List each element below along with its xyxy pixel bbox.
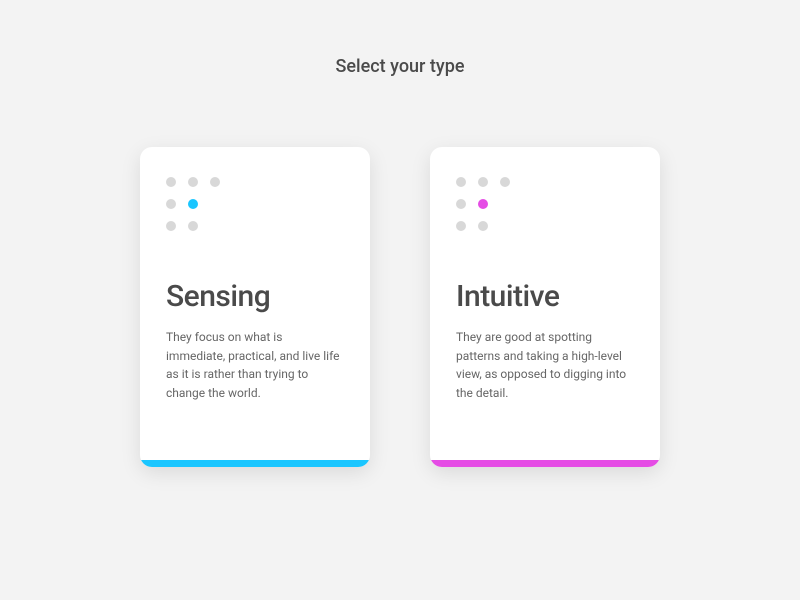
dot-grid-icon — [456, 177, 634, 231]
card-description: They focus on what is immediate, practic… — [166, 328, 344, 402]
card-accent-bar — [430, 460, 660, 467]
dot-icon — [166, 221, 176, 231]
dot-icon — [166, 199, 176, 209]
card-sensing[interactable]: Sensing They focus on what is immediate,… — [140, 147, 370, 467]
dot-icon — [456, 199, 466, 209]
dot-icon — [188, 177, 198, 187]
cards-container: Sensing They focus on what is immediate,… — [140, 147, 660, 467]
card-title: Intuitive — [456, 279, 634, 314]
dot-icon — [166, 177, 176, 187]
card-accent-bar — [140, 460, 370, 467]
card-intuitive[interactable]: Intuitive They are good at spotting patt… — [430, 147, 660, 467]
dot-icon — [188, 221, 198, 231]
dot-icon — [478, 177, 488, 187]
dot-icon — [456, 221, 466, 231]
dot-icon — [210, 177, 220, 187]
dot-accent-icon — [188, 199, 198, 209]
page-title: Select your type — [336, 56, 465, 77]
dot-icon — [500, 177, 510, 187]
dot-icon — [478, 221, 488, 231]
card-title: Sensing — [166, 279, 344, 314]
dot-grid-icon — [166, 177, 344, 231]
dot-icon — [456, 177, 466, 187]
card-description: They are good at spotting patterns and t… — [456, 328, 634, 402]
dot-accent-icon — [478, 199, 488, 209]
